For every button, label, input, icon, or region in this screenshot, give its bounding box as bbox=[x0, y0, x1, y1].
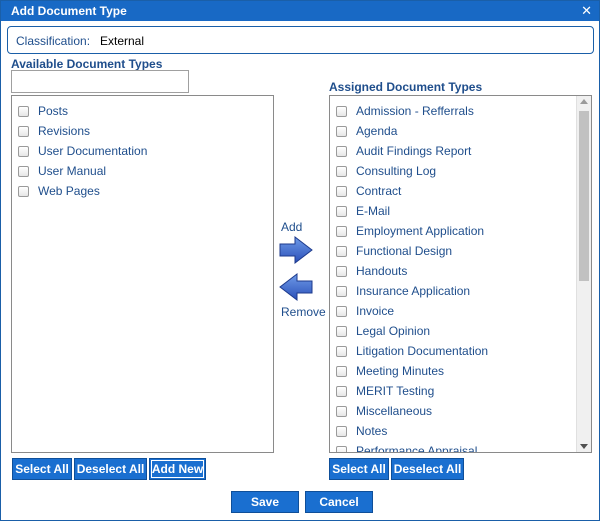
list-item[interactable]: Posts bbox=[18, 102, 273, 122]
save-button[interactable]: Save bbox=[231, 491, 299, 513]
list-item-label: Handouts bbox=[356, 264, 408, 278]
checkbox[interactable] bbox=[18, 166, 29, 177]
remove-label: Remove bbox=[281, 305, 326, 319]
list-item[interactable]: Functional Design bbox=[336, 242, 591, 262]
checkbox[interactable] bbox=[336, 186, 347, 197]
list-item[interactable]: Employment Application bbox=[336, 222, 591, 242]
list-item-label: Performance Appraisal bbox=[356, 444, 478, 453]
add-document-type-dialog: Add Document Type ✕ Classification: Exte… bbox=[0, 0, 600, 521]
list-item[interactable]: Performance Appraisal bbox=[336, 442, 591, 453]
list-item-label: Litigation Documentation bbox=[356, 344, 489, 358]
assigned-select-all-button[interactable]: Select All bbox=[329, 458, 389, 480]
list-item-label: User Manual bbox=[38, 164, 107, 178]
list-item[interactable]: Legal Opinion bbox=[336, 322, 591, 342]
checkbox[interactable] bbox=[336, 306, 347, 317]
assigned-deselect-all-button[interactable]: Deselect All bbox=[391, 458, 464, 480]
checkbox[interactable] bbox=[336, 206, 347, 217]
checkbox[interactable] bbox=[336, 246, 347, 257]
arrow-right-icon[interactable] bbox=[279, 236, 313, 264]
list-item-label: Miscellaneous bbox=[356, 404, 433, 418]
list-item-label: Invoice bbox=[356, 304, 395, 318]
checkbox[interactable] bbox=[18, 126, 29, 137]
checkbox[interactable] bbox=[336, 166, 347, 177]
checkbox[interactable] bbox=[336, 266, 347, 277]
list-item-label: User Documentation bbox=[38, 144, 148, 158]
checkbox[interactable] bbox=[336, 346, 347, 357]
list-item[interactable]: Miscellaneous bbox=[336, 402, 591, 422]
list-item-label: MERIT Testing bbox=[356, 384, 435, 398]
list-item-label: Functional Design bbox=[356, 244, 453, 258]
list-item[interactable]: E-Mail bbox=[336, 202, 591, 222]
checkbox[interactable] bbox=[336, 406, 347, 417]
list-item[interactable]: Handouts bbox=[336, 262, 591, 282]
classification-label: Classification: bbox=[16, 34, 91, 48]
checkbox[interactable] bbox=[336, 366, 347, 377]
list-item[interactable]: Audit Findings Report bbox=[336, 142, 591, 162]
checkbox[interactable] bbox=[336, 286, 347, 297]
list-item-label: Audit Findings Report bbox=[356, 144, 472, 158]
list-item-label: Insurance Application bbox=[356, 284, 471, 298]
available-select-all-button[interactable]: Select All bbox=[12, 458, 72, 480]
list-item-label: Contract bbox=[356, 184, 402, 198]
checkbox[interactable] bbox=[336, 126, 347, 137]
checkbox[interactable] bbox=[336, 426, 347, 437]
available-types-list: Posts Revisions User Documentation User Man… bbox=[11, 95, 274, 453]
list-item-label: Admission - Refferrals bbox=[356, 104, 474, 118]
close-icon[interactable]: ✕ bbox=[581, 3, 592, 19]
list-item-label: Notes bbox=[356, 424, 388, 438]
checkbox[interactable] bbox=[336, 446, 347, 452]
assigned-types-heading: Assigned Document Types bbox=[329, 80, 483, 94]
list-item[interactable]: Meeting Minutes bbox=[336, 362, 591, 382]
cancel-button[interactable]: Cancel bbox=[305, 491, 373, 513]
arrow-left-icon[interactable] bbox=[279, 273, 313, 301]
list-item-label: Legal Opinion bbox=[356, 324, 431, 338]
checkbox[interactable] bbox=[336, 386, 347, 397]
list-item-label: E-Mail bbox=[356, 204, 391, 218]
checkbox[interactable] bbox=[336, 326, 347, 337]
dialog-titlebar: Add Document Type ✕ bbox=[1, 1, 599, 21]
checkbox[interactable] bbox=[336, 106, 347, 117]
list-item-label: Meeting Minutes bbox=[356, 364, 445, 378]
list-item[interactable]: Insurance Application bbox=[336, 282, 591, 302]
list-item[interactable]: MERIT Testing bbox=[336, 382, 591, 402]
classification-panel: Classification: External bbox=[7, 26, 594, 54]
list-item[interactable]: Revisions bbox=[18, 122, 273, 142]
list-item[interactable]: Admission - Refferrals bbox=[336, 102, 591, 122]
checkbox[interactable] bbox=[336, 146, 347, 157]
list-item[interactable]: Web Pages bbox=[18, 182, 273, 202]
list-item-label: Posts bbox=[38, 104, 69, 118]
checkbox[interactable] bbox=[18, 146, 29, 157]
list-item[interactable]: User Manual bbox=[18, 162, 273, 182]
list-item[interactable]: User Documentation bbox=[18, 142, 273, 162]
classification-value: External bbox=[100, 34, 145, 48]
available-types-heading: Available Document Types bbox=[11, 57, 163, 71]
list-item[interactable]: Consulting Log bbox=[336, 162, 591, 182]
add-new-button[interactable]: Add New bbox=[149, 458, 206, 480]
list-item-label: Agenda bbox=[356, 124, 398, 138]
list-item-label: Web Pages bbox=[38, 184, 100, 198]
assigned-types-list: Admission - Refferrals Agenda Audit Findin… bbox=[329, 95, 592, 453]
available-deselect-all-button[interactable]: Deselect All bbox=[74, 458, 147, 480]
list-item-label: Revisions bbox=[38, 124, 91, 138]
add-label: Add bbox=[281, 220, 303, 234]
list-item[interactable]: Invoice bbox=[336, 302, 591, 322]
list-item[interactable]: Contract bbox=[336, 182, 591, 202]
list-item-label: Consulting Log bbox=[356, 164, 437, 178]
dialog-title: Add Document Type bbox=[11, 4, 127, 18]
list-item-label: Employment Application bbox=[356, 224, 485, 238]
checkbox[interactable] bbox=[18, 106, 29, 117]
list-item[interactable]: Agenda bbox=[336, 122, 591, 142]
list-item[interactable]: Notes bbox=[336, 422, 591, 442]
checkbox[interactable] bbox=[336, 226, 347, 237]
available-search-input[interactable] bbox=[11, 70, 189, 93]
checkbox[interactable] bbox=[18, 186, 29, 197]
list-item[interactable]: Litigation Documentation bbox=[336, 342, 591, 362]
